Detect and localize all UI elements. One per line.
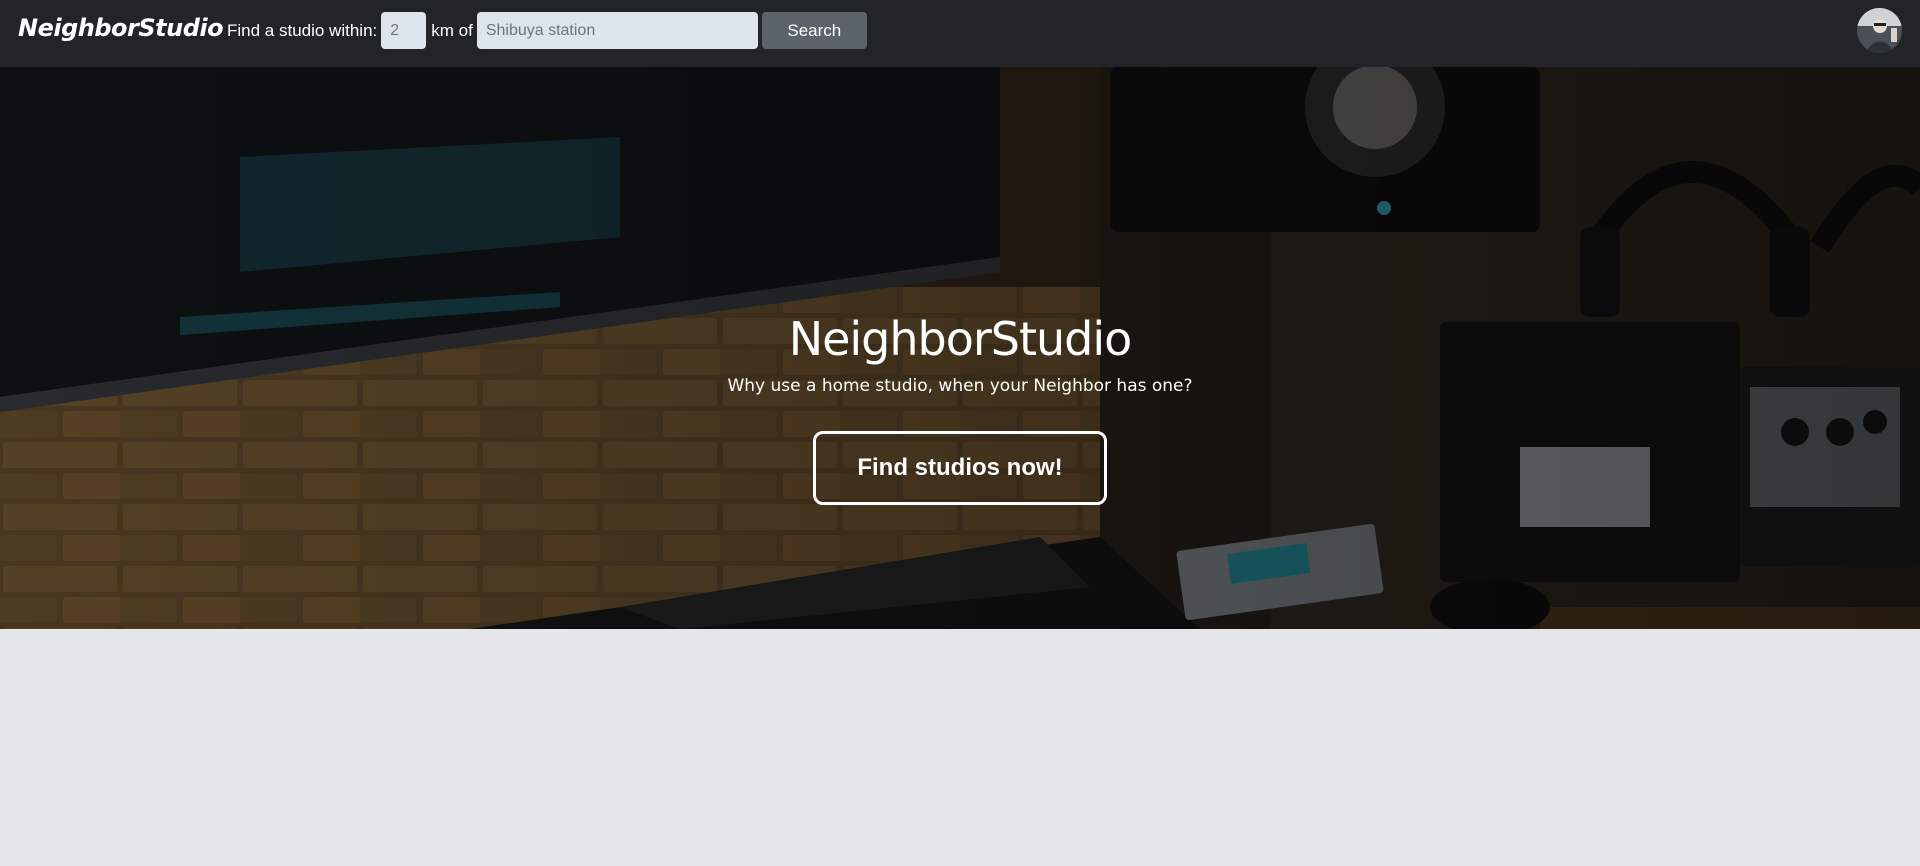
hero-subtitle: Why use a home studio, when your Neighbo… [727, 376, 1193, 396]
location-input[interactable] [476, 12, 758, 49]
hero-section: NeighborStudio Why use a home studio, wh… [0, 67, 1920, 629]
find-studio-label: Find a studio within: [227, 20, 378, 40]
distance-input[interactable] [381, 12, 427, 49]
user-avatar[interactable] [1857, 8, 1902, 53]
hero-title: NeighborStudio [788, 312, 1133, 366]
top-navbar: NeighborStudio Find a studio within: km … [0, 0, 1920, 67]
hero-content: NeighborStudio Why use a home studio, wh… [0, 67, 1920, 629]
search-button[interactable]: Search [761, 12, 867, 49]
find-studios-button[interactable]: Find studios now! [813, 431, 1107, 505]
brand-logo[interactable]: NeighborStudio [18, 14, 224, 42]
avatar-icon [1857, 8, 1902, 53]
km-of-label: km of [431, 20, 473, 40]
studio-search-form: Find a studio within: km of Search [227, 12, 867, 49]
